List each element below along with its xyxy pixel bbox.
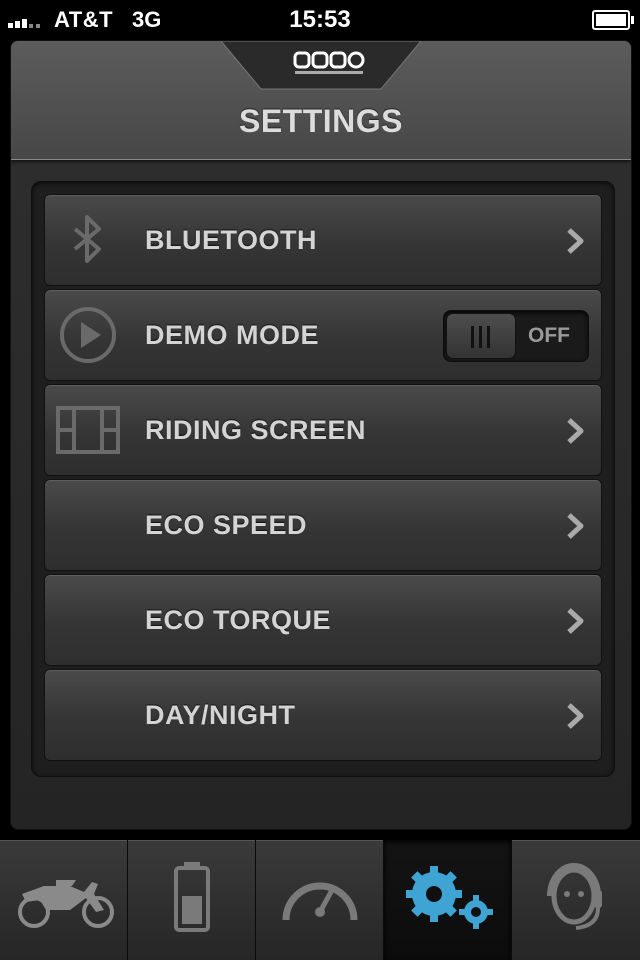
chevron-right-icon	[567, 703, 584, 729]
battery-icon	[592, 10, 634, 30]
status-time: 15:53	[289, 6, 351, 33]
support-headset-icon	[547, 863, 602, 930]
status-bar: AT&T 3G 15:53	[0, 0, 640, 40]
settings-item-day-night[interactable]: DAY/NIGHT	[44, 669, 602, 761]
settings-item-label: ECO TORQUE	[145, 605, 332, 635]
tab-motorcycle[interactable]	[0, 840, 128, 960]
battery-status-icon	[174, 862, 210, 932]
tab-settings[interactable]	[384, 840, 512, 960]
toggle-knob[interactable]	[446, 313, 516, 359]
play-circle-icon	[60, 307, 116, 363]
settings-item-label: DEMO MODE	[145, 320, 320, 350]
settings-item-label: RIDING SCREEN	[145, 415, 367, 445]
chevron-right-icon	[567, 228, 584, 254]
gears-icon	[406, 866, 493, 929]
motorcycle-icon	[18, 880, 114, 928]
settings-item-label: BLUETOOTH	[145, 225, 317, 255]
settings-list: BLUETOOTH DEMO MODE OFF RIDING SCREEN EC…	[31, 181, 615, 777]
tab-support[interactable]	[512, 840, 640, 960]
settings-item-bluetooth[interactable]: BLUETOOTH	[44, 194, 602, 286]
settings-item-label: ECO SPEED	[145, 510, 308, 540]
header-bar: SETTINGS	[11, 41, 631, 160]
settings-item-label: DAY/NIGHT	[145, 700, 296, 730]
bluetooth-icon	[73, 215, 101, 263]
chevron-right-icon	[567, 608, 584, 634]
speedometer-icon	[282, 882, 358, 921]
screen-layout-icon	[56, 406, 120, 454]
tab-bar	[0, 840, 640, 960]
settings-item-riding-screen[interactable]: RIDING SCREEN	[44, 384, 602, 476]
demo-mode-toggle[interactable]: OFF	[443, 310, 589, 362]
tab-dashboard[interactable]	[256, 840, 384, 960]
page-title: SETTINGS	[238, 103, 403, 139]
settings-item-eco-speed[interactable]: ECO SPEED	[44, 479, 602, 571]
settings-item-eco-torque[interactable]: ECO TORQUE	[44, 574, 602, 666]
toggle-state-label: OFF	[528, 324, 570, 347]
chevron-right-icon	[567, 418, 584, 444]
zero-motorcycles-logo	[221, 41, 421, 90]
settings-item-demo-mode: DEMO MODE OFF	[44, 289, 602, 381]
chevron-right-icon	[567, 513, 584, 539]
tab-battery[interactable]	[128, 840, 256, 960]
app-frame: SETTINGS BLUETOOTH DEMO MODE OFF RIDING …	[10, 40, 632, 830]
